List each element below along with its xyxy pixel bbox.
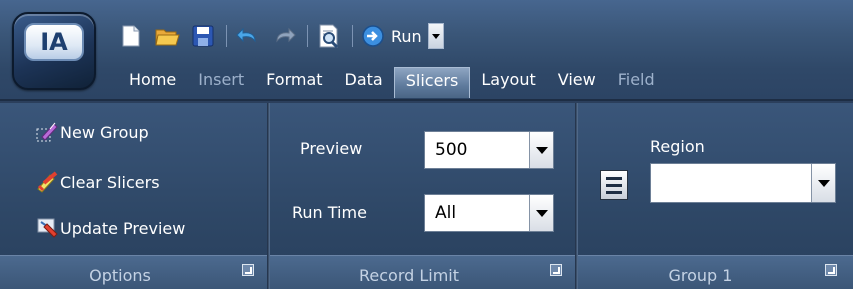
open-folder-icon[interactable]: [154, 23, 180, 49]
update-preview-icon: [36, 217, 58, 239]
run-button[interactable]: Run: [361, 23, 422, 49]
slicer-list-icon[interactable]: [600, 170, 628, 200]
tab-view[interactable]: View: [547, 69, 607, 98]
runtime-limit-value: All: [435, 203, 457, 223]
options-group-label: Options: [89, 266, 151, 285]
toolbar-separator: [226, 25, 227, 47]
region-select[interactable]: [650, 163, 836, 203]
run-icon: [362, 25, 384, 47]
tab-format[interactable]: Format: [255, 69, 333, 98]
title-bar: IA Run Home Insert Format Data Slicers L…: [0, 0, 853, 101]
undo-icon[interactable]: [235, 23, 261, 49]
redo-icon[interactable]: [271, 23, 297, 49]
runtime-limit-dropdown[interactable]: [529, 195, 553, 231]
preview-icon[interactable]: [316, 23, 342, 49]
chevron-down-icon: [535, 209, 548, 217]
update-preview-label: Update Preview: [60, 218, 186, 238]
preview-limit-select[interactable]: 500: [424, 131, 554, 169]
runtime-limit-select[interactable]: All: [424, 194, 554, 232]
clear-slicers-label: Clear Slicers: [60, 172, 160, 192]
tab-slicers[interactable]: Slicers: [393, 67, 471, 98]
new-group-button[interactable]: New Group: [36, 121, 149, 143]
dialog-launcher-icon[interactable]: [825, 264, 837, 276]
tab-insert[interactable]: Insert: [187, 69, 255, 98]
update-preview-button[interactable]: Update Preview: [36, 217, 185, 239]
tab-home[interactable]: Home: [118, 69, 187, 98]
options-group-footer: Options: [0, 255, 270, 289]
chevron-down-icon: [535, 146, 548, 154]
toolbar-separator: [307, 25, 308, 47]
region-dropdown[interactable]: [811, 164, 835, 202]
tab-field[interactable]: Field: [607, 69, 666, 98]
toolbar-separator: [352, 25, 353, 47]
app-menu-button[interactable]: IA: [12, 12, 96, 90]
ribbon-panel: New Group Clear Slicers Update Preview O…: [0, 103, 853, 289]
group1-label: Group 1: [668, 266, 733, 285]
chevron-down-icon: [431, 33, 440, 39]
run-label: Run: [391, 26, 422, 46]
tab-data[interactable]: Data: [334, 69, 394, 98]
ribbon-tabs: Home Insert Format Data Slicers Layout V…: [118, 62, 666, 98]
record-limit-group-footer: Record Limit: [270, 255, 578, 289]
dialog-launcher-icon[interactable]: [550, 264, 562, 276]
region-label: Region: [650, 137, 705, 156]
record-limit-group: Preview 500 Run Time All Record Limit: [270, 103, 578, 289]
new-group-label: New Group: [60, 122, 149, 142]
dialog-launcher-icon[interactable]: [242, 264, 254, 276]
save-icon[interactable]: [190, 23, 216, 49]
chevron-down-icon: [817, 179, 830, 187]
tab-layout[interactable]: Layout: [470, 69, 546, 98]
options-group: New Group Clear Slicers Update Preview O…: [0, 103, 270, 289]
preview-limit-value: 500: [435, 140, 468, 160]
preview-limit-dropdown[interactable]: [529, 132, 553, 168]
new-document-icon[interactable]: [118, 23, 144, 49]
clear-slicers-icon: [36, 171, 58, 193]
quick-access-toolbar: Run: [118, 22, 444, 50]
run-dropdown-button[interactable]: [427, 23, 444, 49]
preview-limit-label: Preview: [300, 139, 363, 158]
clear-slicers-button[interactable]: Clear Slicers: [36, 171, 160, 193]
new-group-icon: [36, 121, 58, 143]
runtime-limit-label: Run Time: [292, 203, 367, 222]
app-logo: IA: [24, 23, 84, 61]
record-limit-group-label: Record Limit: [358, 266, 460, 285]
group1-footer: Group 1: [578, 255, 853, 289]
